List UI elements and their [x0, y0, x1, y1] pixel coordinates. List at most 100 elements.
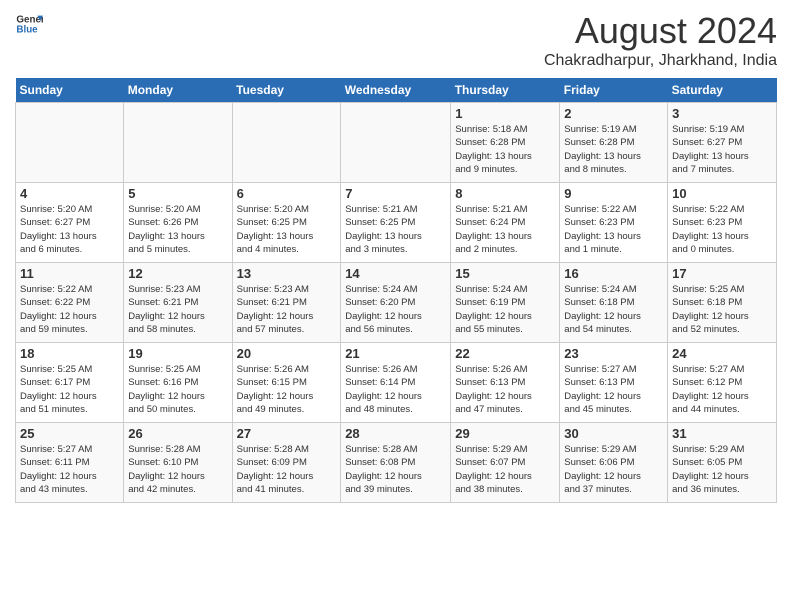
- day-info: Sunrise: 5:27 AM Sunset: 6:11 PM Dayligh…: [20, 443, 119, 496]
- day-number: 10: [672, 186, 772, 201]
- calendar-cell: 9Sunrise: 5:22 AM Sunset: 6:23 PM Daylig…: [560, 183, 668, 263]
- logo: General Blue: [15, 10, 43, 38]
- day-number: 6: [237, 186, 337, 201]
- day-number: 25: [20, 426, 119, 441]
- day-info: Sunrise: 5:21 AM Sunset: 6:24 PM Dayligh…: [455, 203, 555, 256]
- calendar-cell: 20 Sunrise: 5:26 AM Sunset: 6:15 PM Dayli…: [232, 343, 341, 423]
- day-info: Sunrise: 5:18 AM Sunset: 6:28 PM Dayligh…: [455, 123, 555, 176]
- day-number: 2: [564, 106, 663, 121]
- calendar-cell: 21Sunrise: 5:26 AM Sunset: 6:14 PM Dayli…: [341, 343, 451, 423]
- day-info: Sunrise: 5:19 AM Sunset: 6:28 PM Dayligh…: [564, 123, 663, 176]
- day-info: Sunrise: 5:27 AM Sunset: 6:12 PM Dayligh…: [672, 363, 772, 416]
- day-number: 12: [128, 266, 227, 281]
- calendar-cell: 19Sunrise: 5:25 AM Sunset: 6:16 PM Dayli…: [124, 343, 232, 423]
- calendar-week-2: 4Sunrise: 5:20 AM Sunset: 6:27 PM Daylig…: [16, 183, 777, 263]
- page-container: General Blue August 2024 Chakradharpur, …: [0, 0, 792, 508]
- day-number: 16: [564, 266, 663, 281]
- calendar-cell: 26Sunrise: 5:28 AM Sunset: 6:10 PM Dayli…: [124, 423, 232, 503]
- calendar-cell: 17 Sunrise: 5:25 AM Sunset: 6:18 PM Dayli…: [668, 263, 777, 343]
- calendar-cell: 10 Sunrise: 5:22 AM Sunset: 6:23 PM Dayli…: [668, 183, 777, 263]
- day-number: 24: [672, 346, 772, 361]
- day-number: 11: [20, 266, 119, 281]
- month-title: August 2024: [544, 10, 777, 52]
- calendar-cell: 24 Sunrise: 5:27 AM Sunset: 6:12 PM Dayli…: [668, 343, 777, 423]
- day-number: 28: [345, 426, 446, 441]
- calendar-cell: 30Sunrise: 5:29 AM Sunset: 6:06 PM Dayli…: [560, 423, 668, 503]
- day-info: Sunrise: 5:25 AM Sunset: 6:16 PM Dayligh…: [128, 363, 227, 416]
- calendar-cell: 8Sunrise: 5:21 AM Sunset: 6:24 PM Daylig…: [451, 183, 560, 263]
- calendar-cell: [341, 103, 451, 183]
- day-info: Sunrise: 5:27 AM Sunset: 6:13 PM Dayligh…: [564, 363, 663, 416]
- day-info: Sunrise: 5:21 AM Sunset: 6:25 PM Dayligh…: [345, 203, 446, 256]
- calendar-cell: 14 Sunrise: 5:24 AM Sunset: 6:20 PM Dayli…: [341, 263, 451, 343]
- title-section: August 2024 Chakradharpur, Jharkhand, In…: [544, 10, 777, 70]
- day-info: Sunrise: 5:29 AM Sunset: 6:07 PM Dayligh…: [455, 443, 555, 496]
- day-number: 4: [20, 186, 119, 201]
- calendar-cell: 25 Sunrise: 5:27 AM Sunset: 6:11 PM Dayli…: [16, 423, 124, 503]
- header-tuesday: Tuesday: [232, 78, 341, 103]
- calendar-cell: 13Sunrise: 5:23 AM Sunset: 6:21 PM Dayli…: [232, 263, 341, 343]
- calendar-header: Sunday Monday Tuesday Wednesday Thursday…: [16, 78, 777, 103]
- calendar-cell: 2 Sunrise: 5:19 AM Sunset: 6:28 PM Daylig…: [560, 103, 668, 183]
- day-info: Sunrise: 5:22 AM Sunset: 6:23 PM Dayligh…: [672, 203, 772, 256]
- calendar-cell: 31 Sunrise: 5:29 AM Sunset: 6:05 PM Dayli…: [668, 423, 777, 503]
- day-number: 9: [564, 186, 663, 201]
- day-number: 13: [237, 266, 337, 281]
- calendar-cell: 11Sunrise: 5:22 AM Sunset: 6:22 PM Dayli…: [16, 263, 124, 343]
- calendar-cell: 1 Sunrise: 5:18 AM Sunset: 6:28 PM Daylig…: [451, 103, 560, 183]
- day-number: 15: [455, 266, 555, 281]
- day-number: 17: [672, 266, 772, 281]
- day-info: Sunrise: 5:29 AM Sunset: 6:05 PM Dayligh…: [672, 443, 772, 496]
- calendar-cell: 22 Sunrise: 5:26 AM Sunset: 6:13 PM Dayli…: [451, 343, 560, 423]
- day-number: 23: [564, 346, 663, 361]
- day-number: 5: [128, 186, 227, 201]
- calendar-cell: 7 Sunrise: 5:21 AM Sunset: 6:25 PM Daylig…: [341, 183, 451, 263]
- calendar-week-5: 25 Sunrise: 5:27 AM Sunset: 6:11 PM Dayli…: [16, 423, 777, 503]
- day-info: Sunrise: 5:23 AM Sunset: 6:21 PM Dayligh…: [128, 283, 227, 336]
- calendar-cell: [232, 103, 341, 183]
- calendar-cell: 27Sunrise: 5:28 AM Sunset: 6:09 PM Dayli…: [232, 423, 341, 503]
- calendar-cell: 16 Sunrise: 5:24 AM Sunset: 6:18 PM Dayli…: [560, 263, 668, 343]
- day-info: Sunrise: 5:24 AM Sunset: 6:20 PM Dayligh…: [345, 283, 446, 336]
- header-friday: Friday: [560, 78, 668, 103]
- day-number: 1: [455, 106, 555, 121]
- day-info: Sunrise: 5:26 AM Sunset: 6:15 PM Dayligh…: [237, 363, 337, 416]
- day-number: 27: [237, 426, 337, 441]
- calendar-cell: 28 Sunrise: 5:28 AM Sunset: 6:08 PM Dayli…: [341, 423, 451, 503]
- calendar-table: Sunday Monday Tuesday Wednesday Thursday…: [15, 78, 777, 503]
- calendar-cell: [16, 103, 124, 183]
- calendar-week-3: 11Sunrise: 5:22 AM Sunset: 6:22 PM Dayli…: [16, 263, 777, 343]
- day-info: Sunrise: 5:19 AM Sunset: 6:27 PM Dayligh…: [672, 123, 772, 176]
- day-info: Sunrise: 5:25 AM Sunset: 6:18 PM Dayligh…: [672, 283, 772, 336]
- day-number: 31: [672, 426, 772, 441]
- day-number: 14: [345, 266, 446, 281]
- calendar-cell: 5Sunrise: 5:20 AM Sunset: 6:26 PM Daylig…: [124, 183, 232, 263]
- day-number: 22: [455, 346, 555, 361]
- header-saturday: Saturday: [668, 78, 777, 103]
- header-wednesday: Wednesday: [341, 78, 451, 103]
- location-subtitle: Chakradharpur, Jharkhand, India: [544, 52, 777, 70]
- header-monday: Monday: [124, 78, 232, 103]
- day-info: Sunrise: 5:24 AM Sunset: 6:18 PM Dayligh…: [564, 283, 663, 336]
- day-info: Sunrise: 5:29 AM Sunset: 6:06 PM Dayligh…: [564, 443, 663, 496]
- calendar-week-4: 18Sunrise: 5:25 AM Sunset: 6:17 PM Dayli…: [16, 343, 777, 423]
- day-info: Sunrise: 5:28 AM Sunset: 6:08 PM Dayligh…: [345, 443, 446, 496]
- calendar-cell: 15Sunrise: 5:24 AM Sunset: 6:19 PM Dayli…: [451, 263, 560, 343]
- calendar-week-1: 1 Sunrise: 5:18 AM Sunset: 6:28 PM Daylig…: [16, 103, 777, 183]
- calendar-cell: [124, 103, 232, 183]
- day-info: Sunrise: 5:26 AM Sunset: 6:13 PM Dayligh…: [455, 363, 555, 416]
- day-number: 7: [345, 186, 446, 201]
- calendar-cell: 29Sunrise: 5:29 AM Sunset: 6:07 PM Dayli…: [451, 423, 560, 503]
- calendar-cell: 23 Sunrise: 5:27 AM Sunset: 6:13 PM Dayli…: [560, 343, 668, 423]
- day-info: Sunrise: 5:28 AM Sunset: 6:10 PM Dayligh…: [128, 443, 227, 496]
- header-thursday: Thursday: [451, 78, 560, 103]
- svg-text:Blue: Blue: [16, 24, 38, 35]
- calendar-cell: 4Sunrise: 5:20 AM Sunset: 6:27 PM Daylig…: [16, 183, 124, 263]
- day-info: Sunrise: 5:26 AM Sunset: 6:14 PM Dayligh…: [345, 363, 446, 416]
- header: General Blue August 2024 Chakradharpur, …: [15, 10, 777, 70]
- header-sunday: Sunday: [16, 78, 124, 103]
- calendar-cell: 18Sunrise: 5:25 AM Sunset: 6:17 PM Dayli…: [16, 343, 124, 423]
- day-info: Sunrise: 5:25 AM Sunset: 6:17 PM Dayligh…: [20, 363, 119, 416]
- day-number: 20: [237, 346, 337, 361]
- day-number: 3: [672, 106, 772, 121]
